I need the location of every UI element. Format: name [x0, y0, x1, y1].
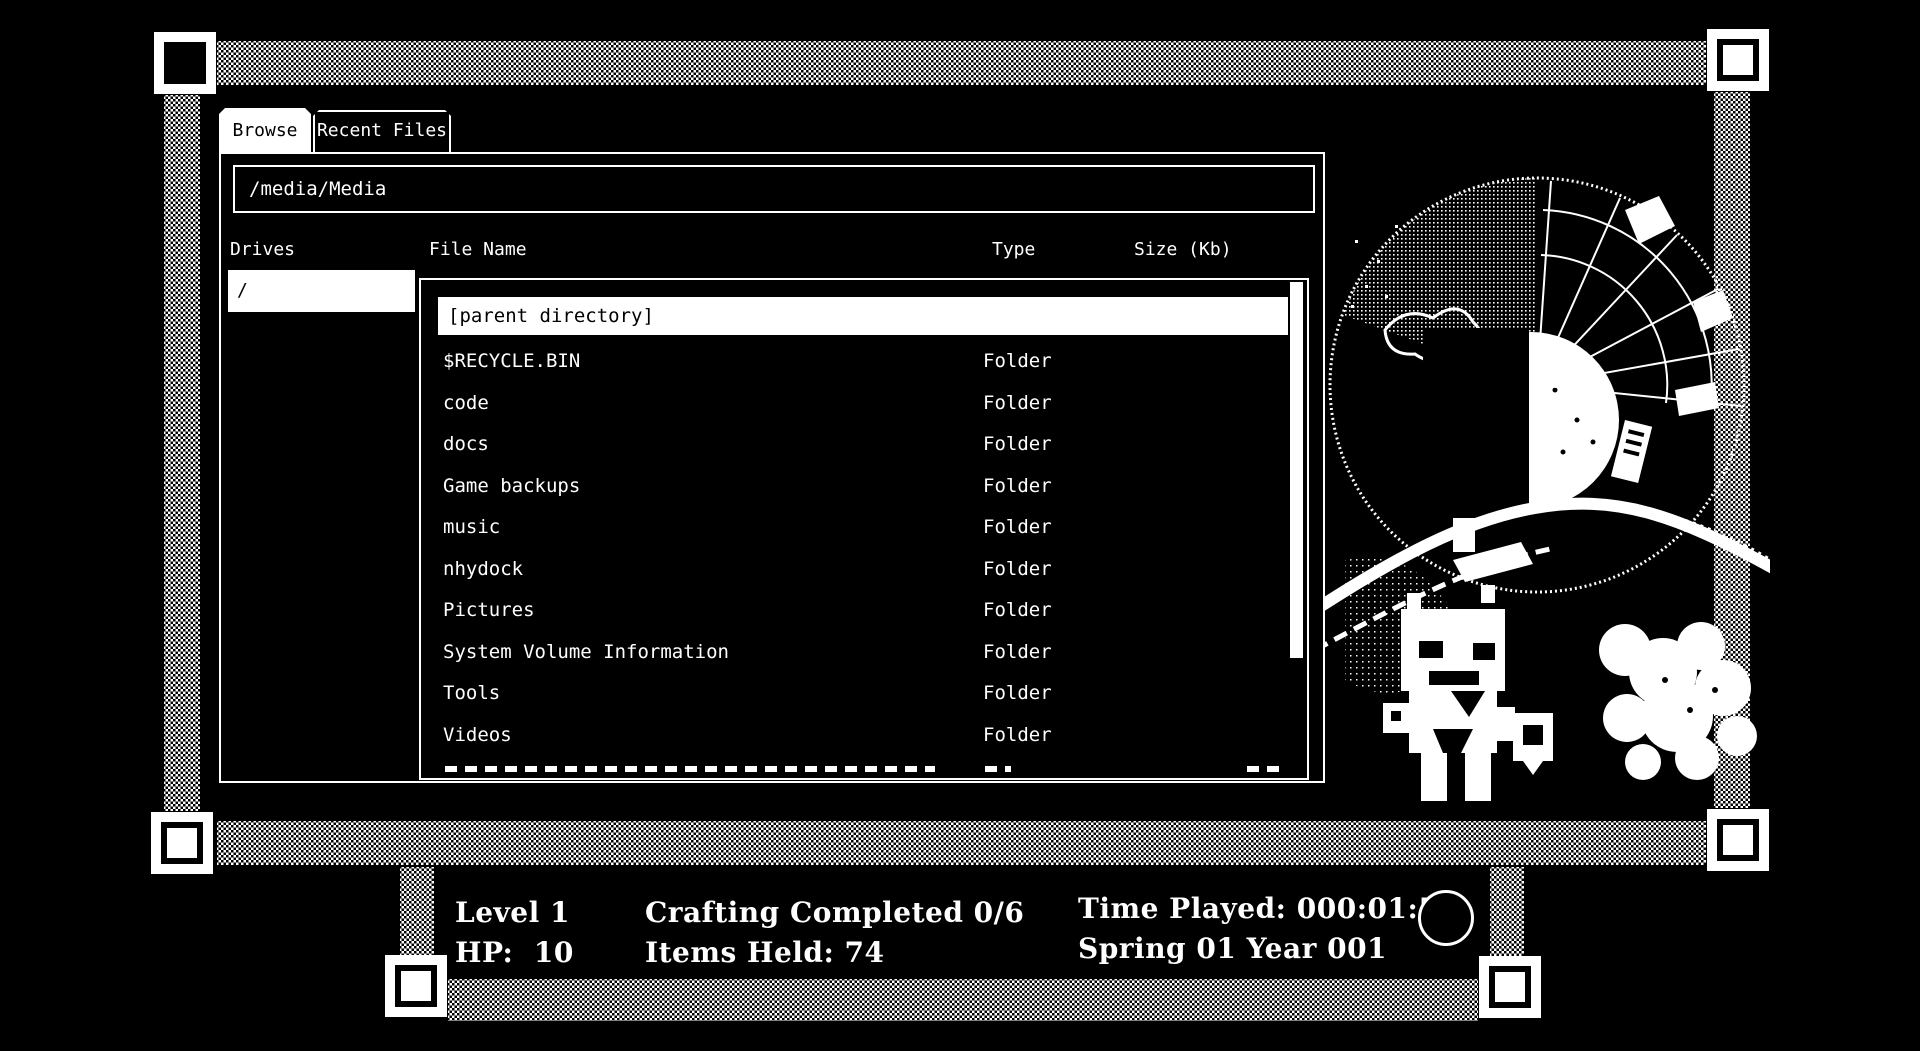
hp-label: HP: 10 [455, 936, 574, 969]
file-type: Folder [983, 507, 1052, 548]
frame-corner-bl [151, 812, 213, 874]
scrollbar-thumb[interactable] [1290, 282, 1303, 658]
file-browser-panel: /media/Media Drives File Name Type Size … [219, 152, 1325, 783]
file-name: Pictures [443, 590, 535, 631]
disc-core [1423, 328, 1619, 514]
file-row[interactable]: Pictures Folder [421, 590, 1305, 631]
path-input[interactable]: /media/Media [233, 165, 1315, 213]
file-row[interactable]: System Volume Information Folder [421, 632, 1305, 673]
items-held-label: Items Held: 74 [645, 936, 885, 969]
file-type: Folder [983, 715, 1052, 756]
file-type: Folder [983, 466, 1052, 507]
file-row-selected[interactable]: [parent directory] [438, 297, 1288, 335]
file-type: Folder [983, 632, 1052, 673]
time-played-label: Time Played: 000:01:59 [1078, 892, 1458, 925]
laptop-art [1453, 518, 1533, 582]
frame-corner-tr [1707, 29, 1769, 91]
moon-phase-indicator [1418, 890, 1474, 946]
file-name: Game backups [443, 466, 580, 507]
frame-corner-br [1707, 809, 1769, 871]
clipped-text-fragment [985, 766, 1011, 772]
file-name: code [443, 383, 489, 424]
file-row[interactable]: $RECYCLE.BIN Folder [421, 341, 1305, 382]
status-frame-pillar-left [399, 866, 435, 958]
file-row[interactable]: code Folder [421, 383, 1305, 424]
file-type: Folder [983, 590, 1052, 631]
file-row[interactable]: music Folder [421, 507, 1305, 548]
file-list: [parent directory] $RECYCLE.BIN Folder c… [419, 278, 1309, 780]
status-frame-bar-bottom [447, 978, 1479, 1022]
frame-bar-top [216, 40, 1707, 86]
player-character-art [1383, 585, 1553, 801]
frame-corner-tl [154, 32, 216, 94]
crafting-label: Crafting Completed 0/6 [645, 896, 1024, 929]
file-row[interactable]: Videos Folder [421, 715, 1305, 756]
dream-world-art [1325, 90, 1770, 810]
clipped-text-fragment [1247, 766, 1279, 772]
file-type: Folder [983, 383, 1052, 424]
clouds [1599, 622, 1757, 780]
status-frame-corner-left [385, 955, 447, 1017]
file-name: Videos [443, 715, 512, 756]
frame-bar-bottom [216, 820, 1707, 866]
status-frame-corner-right [1479, 956, 1541, 1018]
game-screen: Browse Recent Files /media/Media Drives … [0, 0, 1920, 1051]
column-header-size: Size (Kb) [1134, 239, 1232, 260]
file-name: music [443, 507, 500, 548]
level-label: Level 1 [455, 896, 570, 929]
file-name: Tools [443, 673, 500, 714]
file-name: [parent directory] [448, 297, 654, 335]
file-type: Folder [983, 341, 1052, 382]
drive-item-root[interactable]: / [228, 270, 415, 312]
file-name: System Volume Information [443, 632, 729, 673]
file-name: docs [443, 424, 489, 465]
tab-browse[interactable]: Browse [219, 108, 311, 154]
clipped-text-fragment [445, 766, 935, 772]
file-type: Folder [983, 549, 1052, 590]
file-row[interactable]: Game backups Folder [421, 466, 1305, 507]
file-row[interactable]: docs Folder [421, 424, 1305, 465]
column-header-file-name: File Name [429, 239, 527, 260]
file-name: $RECYCLE.BIN [443, 341, 580, 382]
file-type: Folder [983, 424, 1052, 465]
tab-recent-files[interactable]: Recent Files [313, 110, 451, 152]
status-frame-pillar-right [1489, 866, 1525, 958]
file-row[interactable]: Tools Folder [421, 673, 1305, 714]
column-header-drives: Drives [230, 239, 295, 260]
column-header-type: Type [992, 239, 1035, 260]
file-row[interactable]: nhydock Folder [421, 549, 1305, 590]
frame-bar-left [163, 94, 201, 812]
date-label: Spring 01 Year 001 [1078, 932, 1387, 965]
file-name: nhydock [443, 549, 523, 590]
file-type: Folder [983, 673, 1052, 714]
